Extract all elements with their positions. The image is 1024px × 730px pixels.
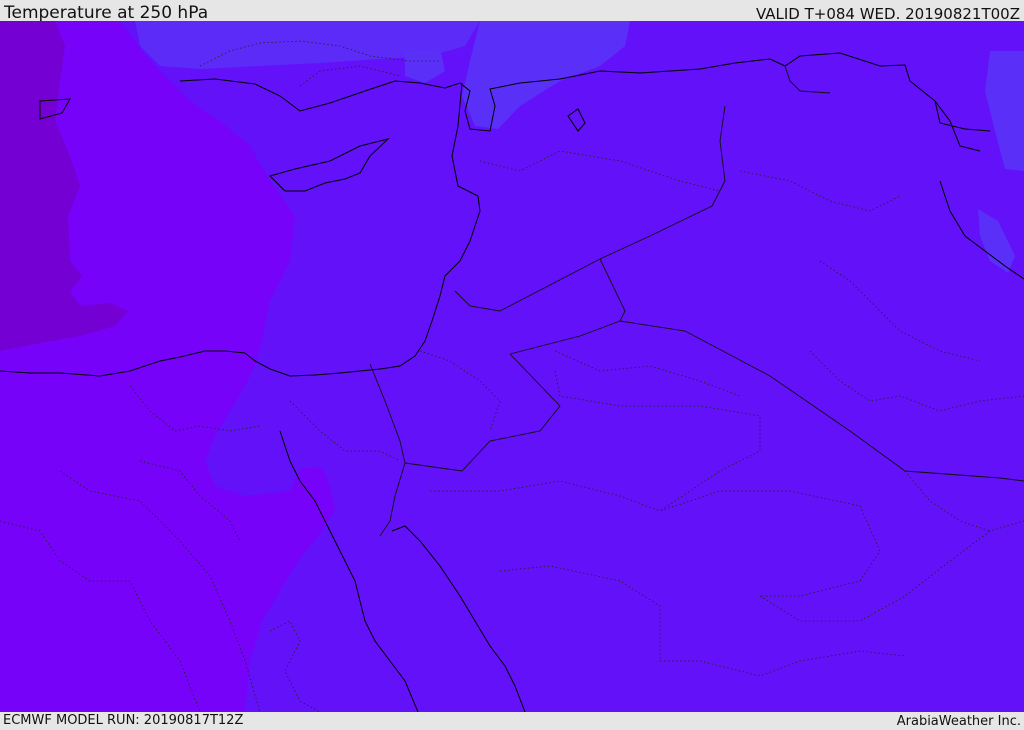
map-panel[interactable] (0, 21, 1024, 712)
footer-bar: ECMWF MODEL RUN: 20190817T12Z ArabiaWeat… (0, 712, 1024, 729)
credit-label: ArabiaWeather Inc. (896, 714, 1021, 729)
header-bar: Temperature at 250 hPa VALID T+084 WED. … (0, 0, 1024, 23)
temperature-map[interactable] (0, 21, 1024, 712)
map-title: Temperature at 250 hPa (4, 3, 209, 23)
model-run-label: ECMWF MODEL RUN: 20190817T12Z (3, 713, 244, 728)
